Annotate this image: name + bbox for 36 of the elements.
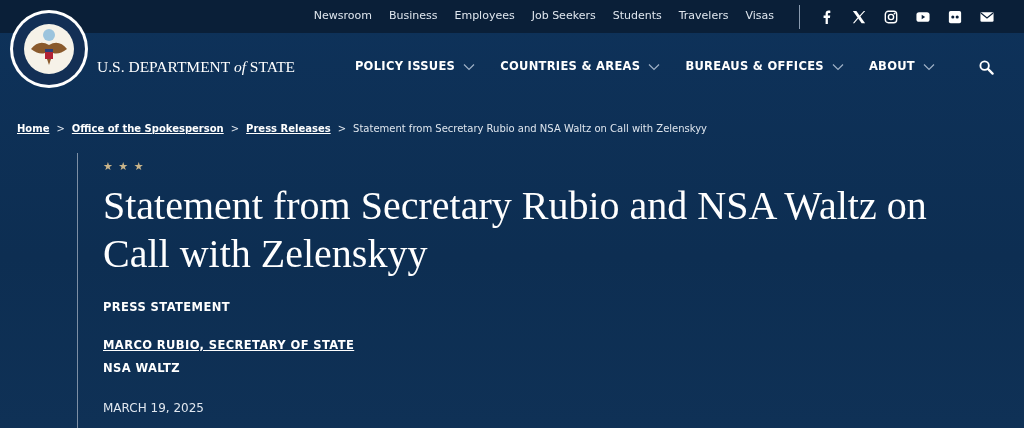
breadcrumb-link[interactable]: Home: [17, 121, 50, 136]
chevron-down-icon[interactable]: [923, 63, 935, 71]
x-icon[interactable]: [852, 9, 866, 24]
utility-link[interactable]: Students: [612, 8, 662, 25]
nav-menu-item[interactable]: ABOUT: [868, 58, 915, 76]
flickr-icon[interactable]: [948, 9, 962, 24]
breadcrumb-link[interactable]: Press Releases: [246, 121, 331, 136]
article-type: PRESS STATEMENT: [103, 298, 230, 316]
breadcrumb-separator: >: [230, 122, 240, 136]
seal-logo[interactable]: [9, 9, 89, 89]
utility-link[interactable]: Employees: [454, 8, 515, 25]
nav-menu-item[interactable]: BUREAUS & OFFICES: [685, 58, 824, 76]
star-ornament: ★ ★ ★: [103, 159, 146, 175]
breadcrumb-separator: >: [337, 122, 347, 136]
utility-link[interactable]: Business: [388, 8, 438, 25]
nav-menu-item[interactable]: COUNTRIES & AREAS: [500, 58, 641, 76]
author-link[interactable]: MARCO RUBIO, SECRETARY OF STATE: [103, 336, 355, 354]
article-date: MARCH 19, 2025: [103, 400, 204, 418]
breadcrumb-link[interactable]: Office of the Spokesperson: [71, 121, 224, 136]
author-name: NSA WALTZ: [103, 360, 181, 377]
site-title[interactable]: U.S. DEPARTMENT of STATE: [97, 55, 296, 79]
breadcrumb-current: Statement from Secretary Rubio and NSA Waltz on Call with Zelenskyy: [353, 122, 708, 136]
article-title: Statement from Secretary Rubio and NSA Waltz on Call with Zelenskyy: [103, 181, 928, 278]
email-icon[interactable]: [980, 9, 994, 24]
search-icon[interactable]: [979, 59, 994, 75]
nav-menu-item[interactable]: POLICY ISSUES: [354, 58, 456, 76]
video-play-icon[interactable]: [916, 9, 930, 24]
utility-link[interactable]: Job Seekers: [531, 8, 596, 25]
chevron-down-icon[interactable]: [463, 63, 476, 71]
utility-link[interactable]: Travelers: [678, 8, 729, 25]
instagram-icon[interactable]: [884, 9, 898, 24]
chevron-down-icon[interactable]: [648, 63, 661, 71]
chevron-down-icon[interactable]: [831, 63, 844, 71]
utility-link[interactable]: Visas: [745, 8, 774, 25]
breadcrumb-separator: >: [56, 122, 65, 136]
utility-link[interactable]: Newsroom: [313, 8, 372, 25]
